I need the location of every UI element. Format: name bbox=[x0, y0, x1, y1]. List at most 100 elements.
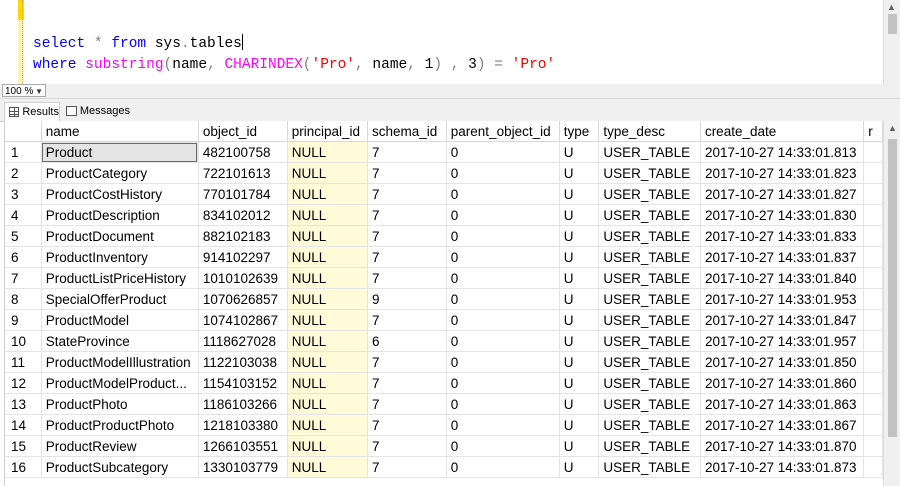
grid-cell[interactable] bbox=[863, 288, 883, 310]
grid-cell[interactable]: USER_TABLE bbox=[598, 288, 701, 310]
grid-cell[interactable]: 7 bbox=[367, 225, 447, 247]
grid-cell[interactable]: 1010102639 bbox=[198, 267, 288, 289]
grid-cell[interactable]: 2017-10-27 14:33:01.863 bbox=[700, 393, 865, 415]
grid-cell[interactable]: 9 bbox=[367, 288, 447, 310]
row-number[interactable]: 2 bbox=[5, 162, 42, 184]
grid-cell[interactable]: USER_TABLE bbox=[598, 330, 701, 352]
grid-cell[interactable]: USER_TABLE bbox=[598, 414, 701, 436]
table-row[interactable]: 1 Product 482100758 NULL 7 0 U USER_TABLE 2017-1… bbox=[5, 141, 883, 163]
grid-cell[interactable]: ProductPhoto bbox=[41, 393, 199, 415]
table-row[interactable]: 3 ProductCostHistory 770101784 NULL 7 0 U USER_… bbox=[5, 183, 883, 205]
grid-cell[interactable]: 7 bbox=[367, 309, 447, 331]
grid-cell[interactable]: 0 bbox=[446, 330, 560, 352]
editor-scrollbar[interactable]: ▲ bbox=[883, 0, 900, 84]
column-header[interactable]: type bbox=[559, 121, 600, 142]
scroll-up-icon[interactable]: ▲ bbox=[888, 123, 897, 133]
grid-cell[interactable] bbox=[863, 183, 883, 205]
grid-cell[interactable]: U bbox=[559, 351, 600, 373]
grid-cell[interactable]: USER_TABLE bbox=[598, 183, 701, 205]
grid-cell[interactable]: NULL bbox=[287, 414, 368, 436]
grid-cell[interactable]: ProductModelProduct... bbox=[41, 372, 199, 394]
grid-cell[interactable] bbox=[863, 372, 883, 394]
grid-cell[interactable]: 482100758 bbox=[198, 141, 288, 163]
grid-cell[interactable]: U bbox=[559, 288, 600, 310]
grid-cell[interactable]: U bbox=[559, 204, 600, 226]
query-editor[interactable]: select * from sys.tables where substring(… bbox=[0, 0, 883, 85]
table-row[interactable]: 8 SpecialOfferProduct 1070626857 NULL 9 0 U USE… bbox=[5, 288, 883, 310]
grid-cell[interactable]: USER_TABLE bbox=[598, 141, 701, 163]
tab-messages[interactable]: Messages bbox=[62, 102, 130, 120]
grid-cell[interactable] bbox=[863, 162, 883, 184]
grid-cell[interactable]: 1186103266 bbox=[198, 393, 288, 415]
grid-cell[interactable]: 1218103380 bbox=[198, 414, 288, 436]
row-number[interactable]: 11 bbox=[5, 351, 42, 373]
grid-cell[interactable]: 2017-10-27 14:33:01.830 bbox=[700, 204, 865, 226]
grid-cell[interactable]: NULL bbox=[287, 456, 368, 478]
grid-cell[interactable]: U bbox=[559, 393, 600, 415]
table-row[interactable]: 6 ProductInventory 914102297 NULL 7 0 U USER_TA… bbox=[5, 246, 883, 268]
grid-cell[interactable]: NULL bbox=[287, 162, 368, 184]
table-row[interactable]: 2 ProductCategory 722101613 NULL 7 0 U USER_TAB… bbox=[5, 162, 883, 184]
grid-cell[interactable]: 0 bbox=[446, 204, 560, 226]
row-number[interactable]: 14 bbox=[5, 414, 42, 436]
grid-cell[interactable]: 0 bbox=[446, 225, 560, 247]
table-row[interactable]: 10 StateProvince 1118627028 NULL 6 0 U USER_TAB… bbox=[5, 330, 883, 352]
grid-cell[interactable]: ProductModel bbox=[41, 309, 199, 331]
grid-cell[interactable]: 0 bbox=[446, 351, 560, 373]
grid-cell[interactable]: 0 bbox=[446, 393, 560, 415]
grid-cell[interactable]: USER_TABLE bbox=[598, 267, 701, 289]
grid-cell[interactable]: 1070626857 bbox=[198, 288, 288, 310]
grid-cell[interactable]: U bbox=[559, 225, 600, 247]
results-grid[interactable]: name object_id principal_id schema_id parent… bbox=[4, 121, 883, 486]
scroll-up-icon[interactable]: ▲ bbox=[887, 2, 896, 12]
table-row[interactable]: 12 ProductModelProduct... 1154103152 NULL 7 0… bbox=[5, 372, 883, 394]
grid-cell[interactable]: 770101784 bbox=[198, 183, 288, 205]
grid-cell[interactable]: ProductDocument bbox=[41, 225, 199, 247]
grid-cell[interactable]: 2017-10-27 14:33:01.957 bbox=[700, 330, 865, 352]
grid-cell[interactable]: 7 bbox=[367, 162, 447, 184]
row-number[interactable]: 13 bbox=[5, 393, 42, 415]
grid-cell[interactable]: 2017-10-27 14:33:01.870 bbox=[700, 435, 865, 457]
grid-cell[interactable] bbox=[863, 309, 883, 331]
grid-cell[interactable]: 2017-10-27 14:33:01.850 bbox=[700, 351, 865, 373]
grid-cell[interactable]: USER_TABLE bbox=[598, 309, 701, 331]
grid-cell[interactable]: 2017-10-27 14:33:01.860 bbox=[700, 372, 865, 394]
column-header[interactable]: principal_id bbox=[287, 121, 368, 142]
grid-cell[interactable]: NULL bbox=[287, 183, 368, 205]
grid-cell[interactable]: U bbox=[559, 309, 600, 331]
grid-cell[interactable]: 2017-10-27 14:33:01.953 bbox=[700, 288, 865, 310]
grid-cell[interactable]: ProductReview bbox=[41, 435, 199, 457]
grid-cell[interactable]: U bbox=[559, 267, 600, 289]
column-header[interactable]: parent_object_id bbox=[446, 121, 560, 142]
table-row[interactable]: 16 ProductSubcategory 1330103779 NULL 7 0 U USE… bbox=[5, 456, 883, 478]
row-number[interactable]: 15 bbox=[5, 435, 42, 457]
row-number[interactable]: 10 bbox=[5, 330, 42, 352]
grid-cell[interactable] bbox=[863, 267, 883, 289]
row-number[interactable]: 6 bbox=[5, 246, 42, 268]
tab-results[interactable]: Results bbox=[4, 102, 60, 121]
grid-cell[interactable]: 2017-10-27 14:33:01.847 bbox=[700, 309, 865, 331]
grid-cell[interactable]: 7 bbox=[367, 414, 447, 436]
code-line[interactable]: where substring(name, CHARINDEX('Pro', n… bbox=[33, 55, 555, 76]
grid-cell[interactable]: 7 bbox=[367, 183, 447, 205]
grid-cell[interactable]: NULL bbox=[287, 246, 368, 268]
grid-cell[interactable]: U bbox=[559, 330, 600, 352]
grid-cell[interactable]: U bbox=[559, 435, 600, 457]
grid-cell[interactable]: 722101613 bbox=[198, 162, 288, 184]
grid-cell[interactable]: 0 bbox=[446, 288, 560, 310]
row-number[interactable]: 9 bbox=[5, 309, 42, 331]
grid-cell[interactable]: ProductDescription bbox=[41, 204, 199, 226]
grid-cell[interactable]: ProductProductPhoto bbox=[41, 414, 199, 436]
column-header[interactable]: type_desc bbox=[598, 121, 701, 142]
grid-cell[interactable]: NULL bbox=[287, 288, 368, 310]
grid-cell[interactable]: 7 bbox=[367, 351, 447, 373]
grid-cell[interactable] bbox=[863, 456, 883, 478]
grid-cell[interactable]: U bbox=[559, 246, 600, 268]
row-number[interactable]: 8 bbox=[5, 288, 42, 310]
grid-cell[interactable]: 7 bbox=[367, 456, 447, 478]
grid-cell[interactable]: 0 bbox=[446, 414, 560, 436]
grid-cell[interactable]: 0 bbox=[446, 141, 560, 163]
grid-cell[interactable]: USER_TABLE bbox=[598, 351, 701, 373]
grid-cell[interactable]: 7 bbox=[367, 435, 447, 457]
grid-cell[interactable]: 0 bbox=[446, 435, 560, 457]
